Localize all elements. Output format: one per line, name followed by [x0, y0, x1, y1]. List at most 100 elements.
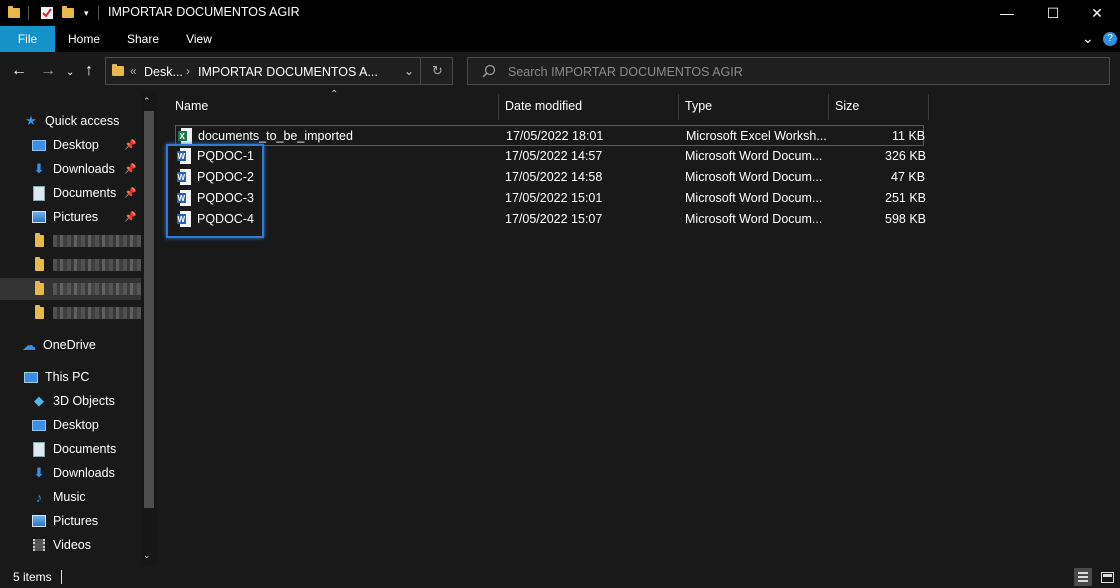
address-dropdown-icon[interactable]: ⌄: [404, 64, 414, 78]
breadcrumb-overflow[interactable]: «: [130, 64, 137, 78]
back-icon[interactable]: ←: [11, 63, 27, 79]
file-row[interactable]: W PQDOC-2 17/05/2022 14:58 Microsoft Wor…: [175, 167, 926, 188]
file-size: 598 KB: [885, 212, 927, 226]
file-type: Microsoft Word Docum...: [685, 149, 823, 163]
large-icons-view-button[interactable]: [1098, 568, 1116, 586]
properties-icon[interactable]: [40, 6, 54, 20]
file-date: 17/05/2022 15:07: [505, 212, 603, 226]
file-size: 11 KB: [892, 129, 926, 143]
folder-icon: [32, 281, 46, 296]
star-icon: ★: [25, 113, 37, 128]
nav-scrollbar-thumb[interactable]: [144, 111, 154, 508]
nav-3d-objects[interactable]: ◆ 3D Objects: [32, 390, 115, 412]
customize-toolbar-icon[interactable]: ▾: [84, 6, 89, 20]
file-row[interactable]: W PQDOC-4 17/05/2022 15:07 Microsoft Wor…: [175, 209, 927, 230]
nav-folder-redacted[interactable]: [32, 278, 141, 300]
nav-onedrive[interactable]: ☁ OneDrive: [22, 334, 96, 356]
file-date: 17/05/2022 14:57: [505, 149, 603, 163]
file-row[interactable]: W PQDOC-3 17/05/2022 15:01 Microsoft Wor…: [175, 188, 927, 209]
tab-view[interactable]: View: [176, 26, 222, 52]
separator: [28, 6, 29, 20]
nav-this-pc[interactable]: This PC: [24, 366, 89, 388]
nav-folder-redacted[interactable]: [32, 302, 141, 324]
nav-pc-desktop[interactable]: Desktop: [32, 414, 99, 436]
nav-pictures[interactable]: Pictures: [32, 206, 98, 228]
column-header-type[interactable]: Type: [685, 92, 712, 120]
redacted-label: [53, 235, 141, 247]
tab-share[interactable]: Share: [120, 26, 166, 52]
folder-icon: [32, 233, 46, 248]
column-divider[interactable]: [928, 94, 929, 120]
window-title: IMPORTAR DOCUMENTOS AGIR: [108, 5, 300, 19]
file-date: 17/05/2022 14:58: [505, 170, 603, 184]
search-input[interactable]: Search IMPORTAR DOCUMENTOS AGIR: [508, 65, 743, 79]
file-type: Microsoft Word Docum...: [685, 170, 823, 184]
title-bar: ▾ IMPORTAR DOCUMENTOS AGIR — ☐ ✕: [0, 0, 1120, 26]
tab-home[interactable]: Home: [60, 26, 108, 52]
svg-text:X: X: [180, 132, 186, 141]
details-view-button[interactable]: [1074, 568, 1092, 586]
desktop-icon: [32, 138, 46, 152]
computer-icon: [24, 370, 38, 384]
address-bar[interactable]: « Desk... › IMPORTAR DOCUMENTOS A... ⌄ ↻: [105, 57, 453, 85]
up-icon[interactable]: ↑: [85, 63, 93, 79]
file-row[interactable]: X documents_to_be_imported 17/05/2022 18…: [175, 125, 926, 146]
nav-label: Desktop: [53, 418, 99, 432]
folder-icon: [112, 64, 124, 76]
search-box[interactable]: Search IMPORTAR DOCUMENTOS AGIR: [467, 57, 1110, 85]
nav-label: Videos: [53, 538, 91, 552]
column-divider[interactable]: [678, 94, 679, 120]
nav-pc-downloads[interactable]: ⬇ Downloads: [32, 462, 115, 484]
documents-icon: [32, 185, 46, 201]
file-date: 17/05/2022 18:01: [506, 129, 604, 143]
scroll-down-icon[interactable]: ⌄: [143, 550, 151, 561]
download-icon: ⬇: [33, 161, 45, 176]
forward-icon[interactable]: →: [40, 63, 56, 79]
close-button[interactable]: ✕: [1074, 0, 1120, 26]
nav-music[interactable]: ♪ Music: [32, 486, 86, 508]
column-divider[interactable]: [828, 94, 829, 120]
nav-pc-pictures[interactable]: Pictures: [32, 510, 98, 532]
nav-label: Quick access: [45, 114, 120, 128]
nav-desktop[interactable]: Desktop: [32, 134, 99, 156]
file-size: 47 KB: [891, 170, 926, 184]
file-row[interactable]: W PQDOC-1 17/05/2022 14:57 Microsoft Wor…: [175, 146, 926, 167]
minimize-button[interactable]: —: [984, 0, 1030, 26]
nav-documents[interactable]: Documents: [32, 182, 116, 204]
column-header-date[interactable]: Date modified: [505, 92, 582, 120]
file-size: 251 KB: [885, 191, 927, 205]
documents-icon: [32, 441, 46, 457]
folder-icon: [8, 6, 20, 20]
column-divider[interactable]: [498, 94, 499, 120]
file-type: Microsoft Excel Worksh...: [686, 129, 827, 143]
nav-folder-redacted[interactable]: [32, 230, 141, 252]
selection-highlight-box: [166, 144, 264, 238]
nav-videos[interactable]: Videos: [32, 534, 91, 556]
nav-quick-access[interactable]: ★ Quick access: [24, 110, 119, 132]
breadcrumb-desktop[interactable]: Desk...: [144, 65, 183, 79]
nav-folder-redacted[interactable]: [32, 254, 141, 276]
new-folder-icon[interactable]: [62, 6, 74, 20]
cube-icon: ◆: [34, 393, 44, 408]
help-icon[interactable]: ?: [1103, 32, 1117, 46]
column-header-name[interactable]: Name: [175, 92, 208, 120]
ribbon-tabs: File Home Share View ⌄ ?: [0, 26, 1120, 52]
nav-label: Desktop: [53, 138, 99, 152]
nav-label: 3D Objects: [53, 394, 115, 408]
scroll-up-icon[interactable]: ⌃: [143, 96, 151, 107]
maximize-button[interactable]: ☐: [1030, 0, 1076, 26]
separator: [98, 6, 99, 20]
tab-file[interactable]: File: [0, 26, 55, 52]
recent-locations-icon[interactable]: ⌄: [66, 65, 74, 81]
file-name: documents_to_be_imported: [198, 129, 353, 143]
status-bar: 5 items: [0, 566, 1120, 588]
column-header-size[interactable]: Size: [835, 92, 859, 120]
nav-pc-documents[interactable]: Documents: [32, 438, 116, 460]
folder-icon: [32, 257, 46, 272]
pin-icon: 📌: [124, 140, 137, 151]
breadcrumb-current[interactable]: IMPORTAR DOCUMENTOS A...: [198, 65, 378, 79]
file-list: ⌃ Name Date modified Type Size X documen…: [157, 89, 1120, 566]
refresh-icon[interactable]: ↻: [432, 63, 443, 79]
expand-ribbon-icon[interactable]: ⌄: [1082, 30, 1094, 47]
nav-downloads[interactable]: ⬇ Downloads: [32, 158, 115, 180]
